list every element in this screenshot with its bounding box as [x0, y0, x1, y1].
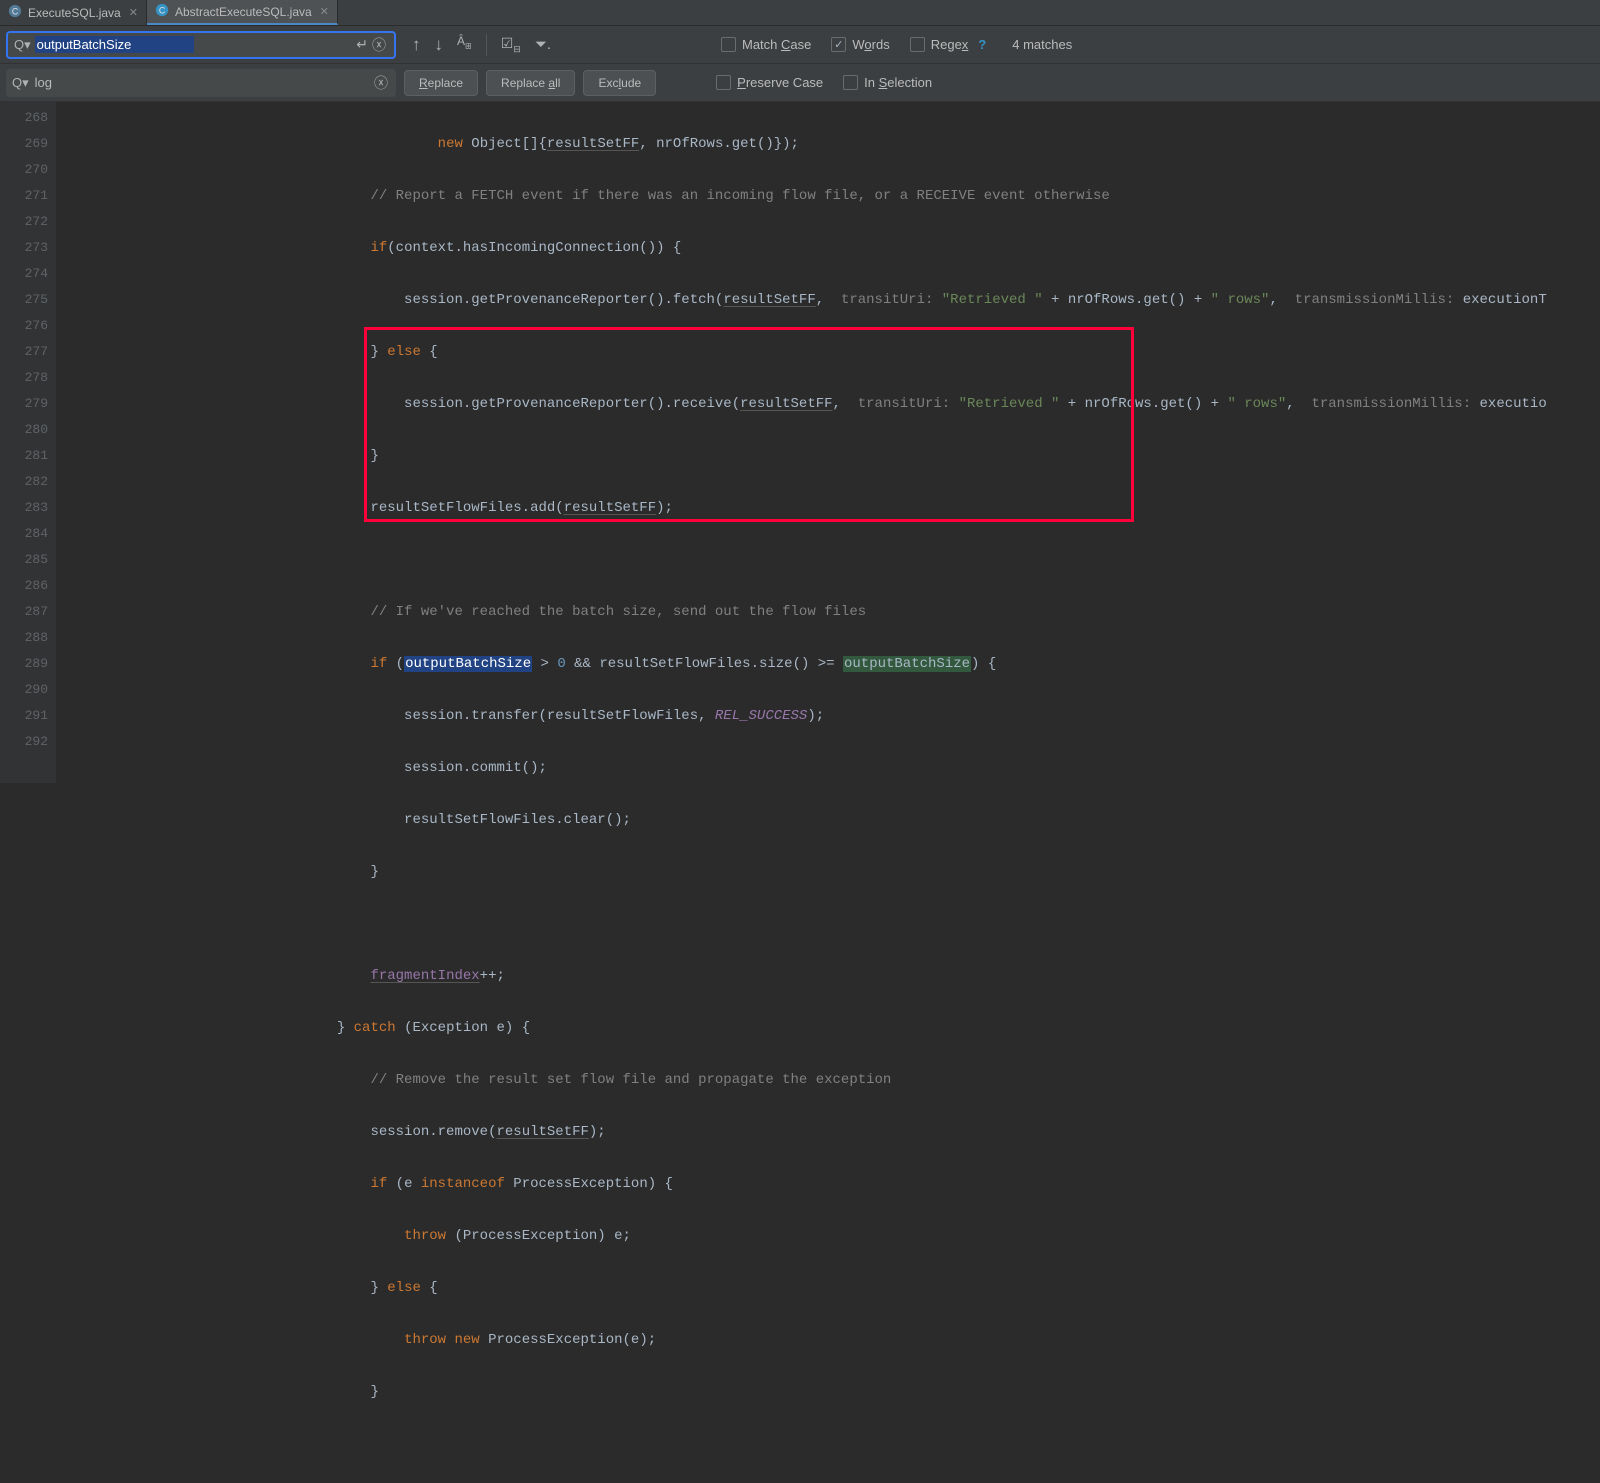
tab-label: ExecuteSQL.java — [28, 6, 121, 20]
svg-text:C: C — [12, 7, 18, 17]
line-number[interactable]: 279 — [0, 391, 48, 417]
preserve-case-checkbox[interactable]: Preserve Case — [710, 75, 829, 90]
line-number[interactable]: 291 — [0, 703, 48, 729]
checkbox-label: In Selection — [864, 75, 932, 90]
line-number[interactable]: 277 — [0, 339, 48, 365]
regex-checkbox[interactable]: Regex ? — [904, 37, 997, 52]
line-number[interactable]: 286 — [0, 573, 48, 599]
filter-icon[interactable]: ⏷. — [535, 36, 551, 53]
in-selection-checkbox[interactable]: In Selection — [837, 75, 938, 90]
checkbox-label: Match Case — [742, 37, 811, 52]
clear-find-icon[interactable]: ⓧ — [370, 35, 388, 55]
tab-execute-sql[interactable]: C ExecuteSQL.java ✕ — [0, 0, 147, 25]
svg-text:C: C — [159, 6, 165, 16]
line-number[interactable]: 289 — [0, 651, 48, 677]
checkbox-label: Words — [852, 37, 889, 52]
checkbox-icon — [831, 37, 846, 52]
code-editor: 2682692702712722732742752762772782792802… — [0, 102, 1600, 783]
line-number[interactable]: 282 — [0, 469, 48, 495]
line-number[interactable]: 272 — [0, 209, 48, 235]
match-count: 4 matches — [1004, 37, 1080, 52]
next-match-icon[interactable]: ↓ — [435, 35, 444, 55]
replace-toolbar: Q▾ log ⓧ Replace Replace all Exclude Pre… — [0, 64, 1600, 102]
enter-icon[interactable]: ↵ — [354, 36, 370, 53]
replace-button[interactable]: Replace — [404, 70, 478, 96]
checkbox-label: Preserve Case — [737, 75, 823, 90]
line-number[interactable]: 280 — [0, 417, 48, 443]
line-number[interactable]: 292 — [0, 729, 48, 755]
line-number[interactable]: 273 — [0, 235, 48, 261]
editor-tabs: C ExecuteSQL.java ✕ C AbstractExecuteSQL… — [0, 0, 1600, 26]
line-number[interactable]: 288 — [0, 625, 48, 651]
line-number[interactable]: 269 — [0, 131, 48, 157]
checkbox-icon — [716, 75, 731, 90]
code-area[interactable]: new Object[]{resultSetFF, nrOfRows.get()… — [56, 102, 1600, 783]
line-number[interactable]: 281 — [0, 443, 48, 469]
help-icon[interactable]: ? — [974, 37, 990, 52]
line-number[interactable]: 283 — [0, 495, 48, 521]
tab-abstract-execute-sql[interactable]: C AbstractExecuteSQL.java ✕ — [147, 0, 338, 25]
add-selection-icon[interactable]: ☑⊟ — [501, 35, 521, 55]
exclude-button[interactable]: Exclude — [583, 70, 656, 96]
line-number[interactable]: 287 — [0, 599, 48, 625]
checkbox-icon — [843, 75, 858, 90]
search-icon: Q▾ — [14, 37, 31, 53]
line-number[interactable]: 278 — [0, 365, 48, 391]
line-number[interactable]: 285 — [0, 547, 48, 573]
find-nav-icons: ↑ ↓ Ȃ⊞ ☑⊟ ⏷. — [404, 34, 559, 56]
match-case-checkbox[interactable]: Match Case — [715, 37, 817, 52]
prev-match-icon[interactable]: ↑ — [412, 35, 421, 55]
line-number[interactable]: 276 — [0, 313, 48, 339]
checkbox-icon — [910, 37, 925, 52]
line-number[interactable]: 274 — [0, 261, 48, 287]
replace-input-text: log — [29, 75, 207, 90]
select-all-icon[interactable]: Ȃ⊞ — [457, 34, 472, 50]
line-number[interactable]: 284 — [0, 521, 48, 547]
checkbox-icon — [721, 37, 736, 52]
replace-input[interactable]: Q▾ log ⓧ — [6, 69, 396, 97]
line-number[interactable]: 271 — [0, 183, 48, 209]
divider — [486, 34, 487, 56]
close-icon[interactable]: ✕ — [129, 6, 138, 19]
java-class-icon: C — [155, 3, 169, 20]
search-icon: Q▾ — [12, 75, 29, 91]
find-toolbar: Q▾ outputBatchSize ↵ ⓧ ↑ ↓ Ȃ⊞ ☑⊟ ⏷. Matc… — [0, 26, 1600, 64]
line-number[interactable]: 268 — [0, 105, 48, 131]
line-number[interactable]: 270 — [0, 157, 48, 183]
line-number-gutter[interactable]: 2682692702712722732742752762772782792802… — [0, 102, 56, 783]
line-number[interactable]: 275 — [0, 287, 48, 313]
tab-label: AbstractExecuteSQL.java — [175, 5, 312, 19]
replace-all-button[interactable]: Replace all — [486, 70, 575, 96]
checkbox-label: Regex — [931, 37, 969, 52]
clear-replace-icon[interactable]: ⓧ — [372, 73, 390, 93]
words-checkbox[interactable]: Words — [825, 37, 895, 52]
find-input[interactable]: Q▾ outputBatchSize ↵ ⓧ — [6, 31, 396, 59]
find-input-text: outputBatchSize — [35, 36, 195, 53]
close-icon[interactable]: ✕ — [320, 5, 329, 18]
line-number[interactable]: 290 — [0, 677, 48, 703]
java-class-icon: C — [8, 4, 22, 21]
